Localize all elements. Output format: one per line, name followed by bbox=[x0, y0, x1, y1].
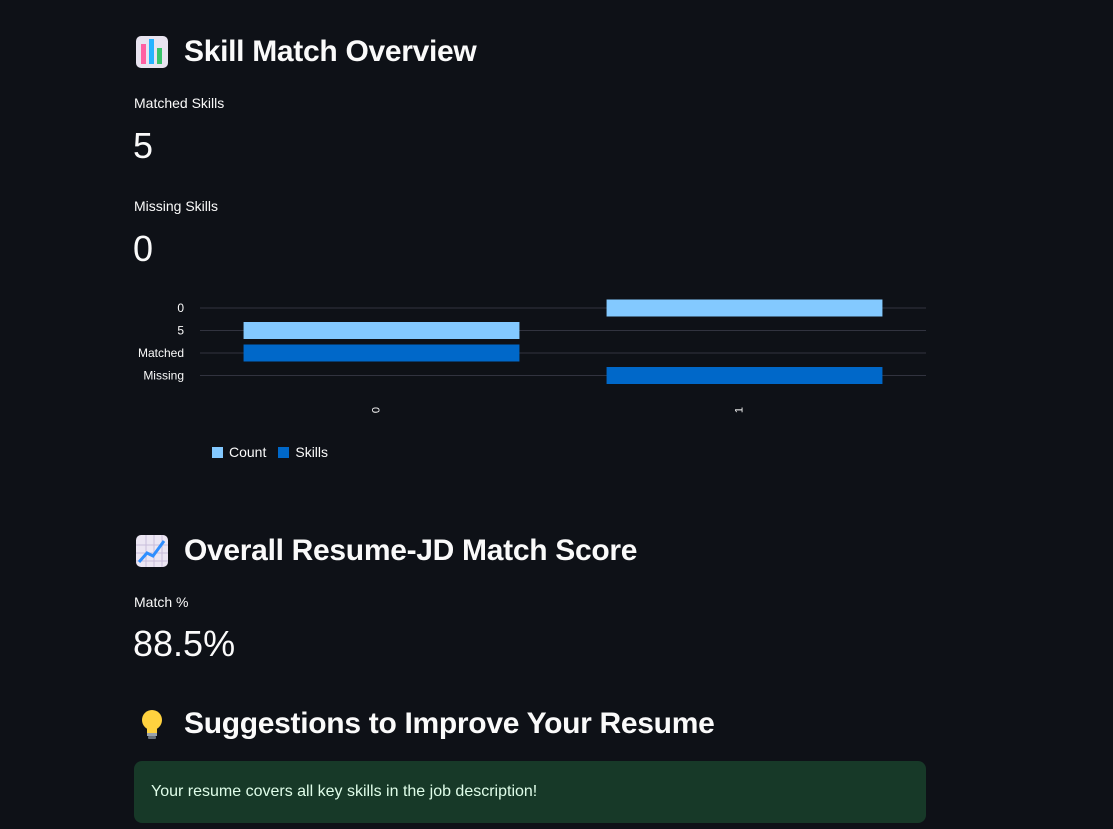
success-message: Your resume covers all key skills in the… bbox=[151, 783, 538, 800]
skill-chart-svg: 0 5 Matched Missing 0 1 bbox=[138, 299, 926, 413]
y-tick-label: 0 bbox=[177, 301, 184, 315]
bar-count-1[interactable] bbox=[606, 299, 883, 317]
legend-item-skills[interactable]: Skills bbox=[278, 444, 328, 460]
page: Skill Match Overview Matched Skills 5 Mi… bbox=[0, 0, 1113, 829]
legend-swatch-skills bbox=[278, 446, 290, 458]
match-score-heading: Overall Resume-JD Match Score bbox=[134, 533, 637, 569]
match-pct-value: 88.5% bbox=[133, 623, 236, 664]
bar-skills-0[interactable] bbox=[243, 344, 520, 362]
match-score-title: Overall Resume-JD Match Score bbox=[184, 534, 638, 567]
matched-skills-label: Matched Skills bbox=[134, 95, 225, 111]
light-bulb-icon bbox=[134, 706, 170, 742]
skill-overview-title: Skill Match Overview bbox=[184, 35, 477, 68]
missing-skills-value: 0 bbox=[133, 228, 154, 269]
x-tick-label: 0 bbox=[371, 407, 383, 413]
chart-legend[interactable]: Count Skills bbox=[212, 444, 328, 460]
skill-overview-heading: Skill Match Overview bbox=[134, 34, 477, 70]
legend-label-count: Count bbox=[229, 444, 267, 460]
legend-item-count[interactable]: Count bbox=[212, 444, 266, 460]
suggestions-heading: Suggestions to Improve Your Resume bbox=[134, 706, 715, 742]
y-tick-label: Missing bbox=[143, 369, 184, 383]
legend-label-skills: Skills bbox=[295, 444, 329, 460]
bar-chart-icon bbox=[134, 34, 170, 70]
chart-increasing-icon bbox=[134, 533, 170, 569]
suggestions-title: Suggestions to Improve Your Resume bbox=[184, 707, 715, 740]
x-tick-label: 1 bbox=[734, 407, 746, 413]
missing-skills-label: Missing Skills bbox=[134, 198, 219, 214]
y-tick-label: Matched bbox=[138, 346, 184, 360]
bar-count-0[interactable] bbox=[243, 322, 520, 339]
skill-chart[interactable]: 0 5 Matched Missing 0 1 bbox=[134, 290, 934, 470]
y-tick-label: 5 bbox=[177, 324, 184, 338]
match-pct-label: Match % bbox=[134, 594, 189, 610]
bar-skills-1[interactable] bbox=[606, 367, 883, 384]
matched-skills-value: 5 bbox=[133, 125, 154, 166]
legend-swatch-count bbox=[212, 446, 223, 458]
success-alert: Your resume covers all key skills in the… bbox=[134, 761, 926, 823]
